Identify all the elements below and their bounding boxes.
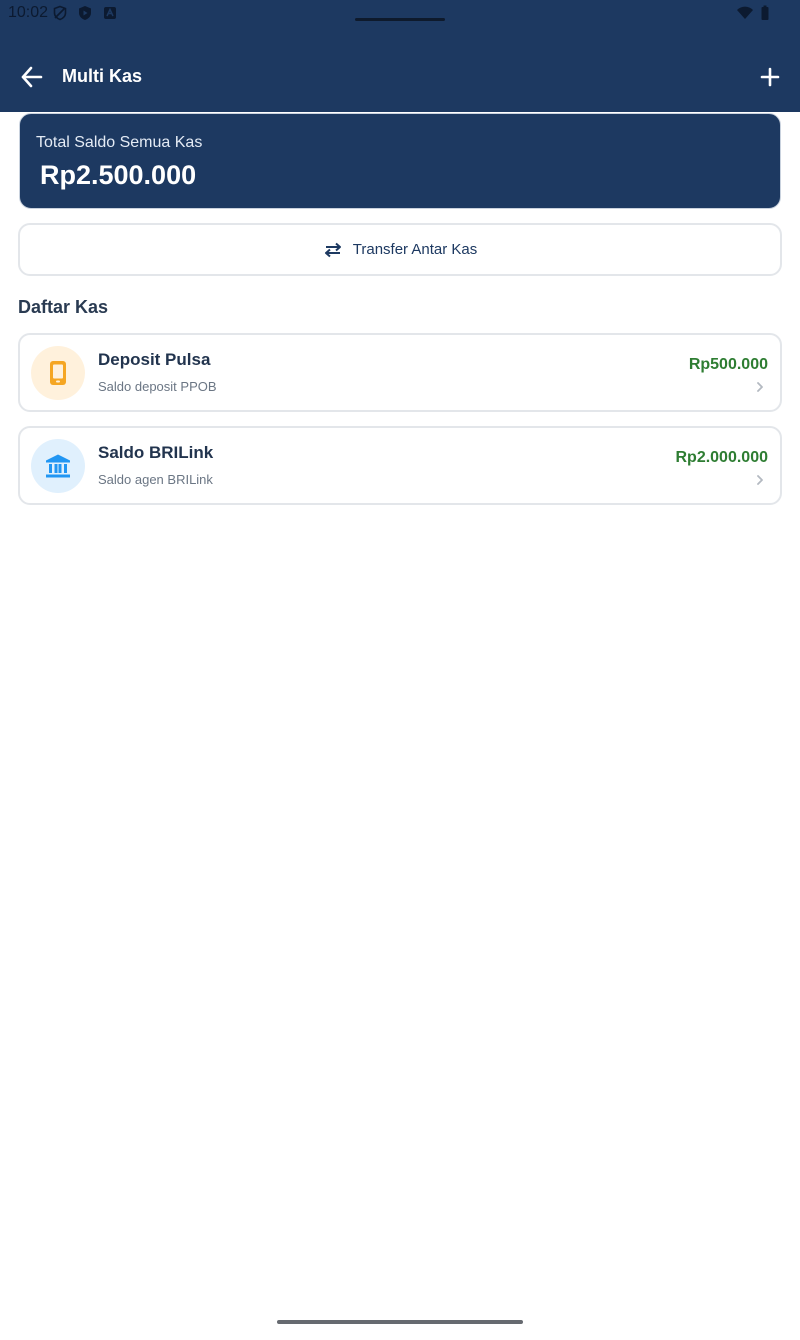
total-balance-value: Rp2.500.000 — [40, 160, 197, 190]
page-title: Multi Kas — [62, 66, 143, 86]
wifi-icon — [737, 6, 753, 19]
kas-description: Saldo deposit PPOB — [98, 379, 217, 394]
kas-name: Deposit Pulsa — [98, 350, 211, 369]
camera-notch — [355, 18, 445, 21]
app-bar: 10:02 Multi Kas — [0, 0, 800, 112]
swap-arrows-icon — [324, 242, 341, 257]
chevron-right-icon — [757, 475, 763, 485]
play-protect-icon — [79, 6, 91, 20]
kas-amount: Rp2.000.000 — [675, 449, 768, 466]
kas-name: Saldo BRILink — [98, 443, 214, 462]
app-notification-icon — [104, 7, 116, 19]
section-title: Daftar Kas — [18, 297, 109, 317]
total-balance-label: Total Saldo Semua Kas — [36, 134, 203, 151]
bank-icon — [46, 454, 70, 478]
chevron-right-icon — [757, 382, 763, 392]
total-balance-card: Total Saldo Semua Kas Rp2.500.000 — [19, 113, 781, 209]
add-kas-button[interactable] — [756, 64, 784, 90]
kas-item-deposit-pulsa[interactable]: Deposit Pulsa Saldo deposit PPOB Rp500.0… — [18, 333, 782, 412]
kas-amount: Rp500.000 — [688, 356, 768, 373]
status-bar: 10:02 — [0, 0, 800, 28]
status-time: 10:02 — [8, 4, 49, 21]
battery-icon — [761, 5, 769, 20]
arrow-left-icon — [21, 66, 43, 88]
kas-description: Saldo agen BRILink — [98, 472, 213, 487]
smartphone-icon — [50, 361, 66, 385]
plus-icon — [760, 67, 780, 87]
kas-icon-badge — [31, 346, 85, 400]
kas-item-saldo-brilink[interactable]: Saldo BRILink Saldo agen BRILink Rp2.000… — [18, 426, 782, 505]
shield-off-icon — [53, 5, 67, 21]
transfer-between-kas-button[interactable]: Transfer Antar Kas — [18, 223, 782, 276]
kas-icon-badge — [31, 439, 85, 493]
home-indicator[interactable] — [277, 1320, 523, 1324]
back-button[interactable] — [18, 64, 46, 90]
transfer-button-label: Transfer Antar Kas — [352, 241, 478, 258]
